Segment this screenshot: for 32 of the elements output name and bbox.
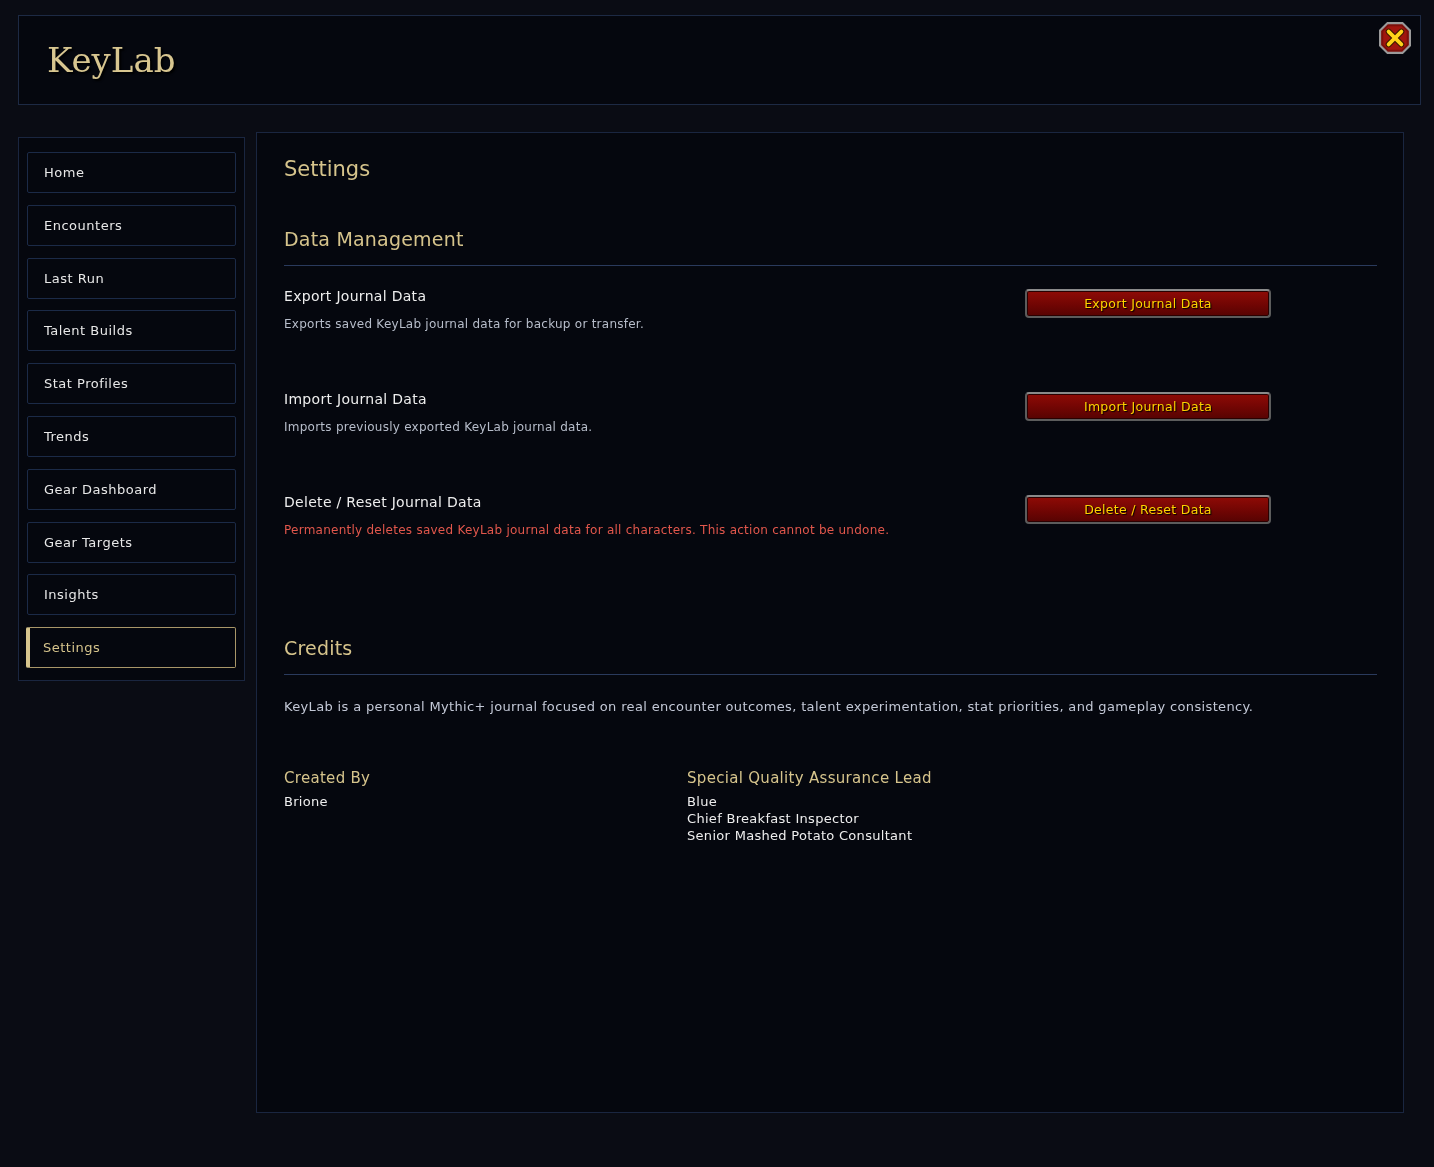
sidebar-item[interactable]: Trends xyxy=(27,416,236,457)
action-button[interactable]: Delete / Reset Data xyxy=(1025,495,1271,524)
sidebar-item[interactable]: Insights xyxy=(27,574,236,616)
credit-heading: Created By xyxy=(284,768,371,789)
action-button[interactable]: Export Journal Data xyxy=(1025,289,1271,318)
credit-name: Chief Breakfast Inspector xyxy=(687,810,859,827)
sidebar-item[interactable]: Gear Targets xyxy=(27,521,236,563)
section-heading: Data Management xyxy=(284,227,464,252)
setting-label: Export Journal Data xyxy=(284,287,427,306)
setting-description: Exports saved KeyLab journal data for backup or transfer. xyxy=(284,316,644,333)
setting-label: Delete / Reset Journal Data xyxy=(284,493,482,512)
setting-label: Import Journal Data xyxy=(284,390,427,409)
credit-name: Senior Mashed Potato Consultant xyxy=(687,827,913,844)
action-button[interactable]: Import Journal Data xyxy=(1025,392,1271,421)
setting-description: Permanently deletes saved KeyLab journal data for all characters. This action cannot be undone. xyxy=(284,522,890,539)
sidebar-item[interactable]: Stat Profiles xyxy=(27,363,236,405)
credit-heading: Special Quality Assurance Lead xyxy=(687,768,932,789)
close-icon xyxy=(1379,22,1411,54)
page-title: Settings xyxy=(284,156,371,183)
sidebar-item[interactable]: Settings xyxy=(26,627,236,669)
sidebar-item[interactable]: Gear Dashboard xyxy=(27,468,236,510)
credit-name: Blue xyxy=(687,793,717,810)
app-title: KeyLab xyxy=(47,39,176,81)
setting-description: Imports previously exported KeyLab journal data. xyxy=(284,419,593,436)
close-button[interactable] xyxy=(1379,22,1411,54)
sidebar-item[interactable]: Home xyxy=(27,152,236,193)
credit-name: Brione xyxy=(284,793,328,810)
sidebar-item[interactable]: Encounters xyxy=(27,204,236,246)
section-heading: Credits xyxy=(284,636,353,661)
sidebar-item[interactable]: Last Run xyxy=(27,257,236,299)
sidebar-item[interactable]: Talent Builds xyxy=(27,310,236,352)
credits-text: KeyLab is a personal Mythic+ journal focused on real encounter outcomes, talent experimentation, stat priorities, and gameplay consistency. xyxy=(284,698,1255,716)
